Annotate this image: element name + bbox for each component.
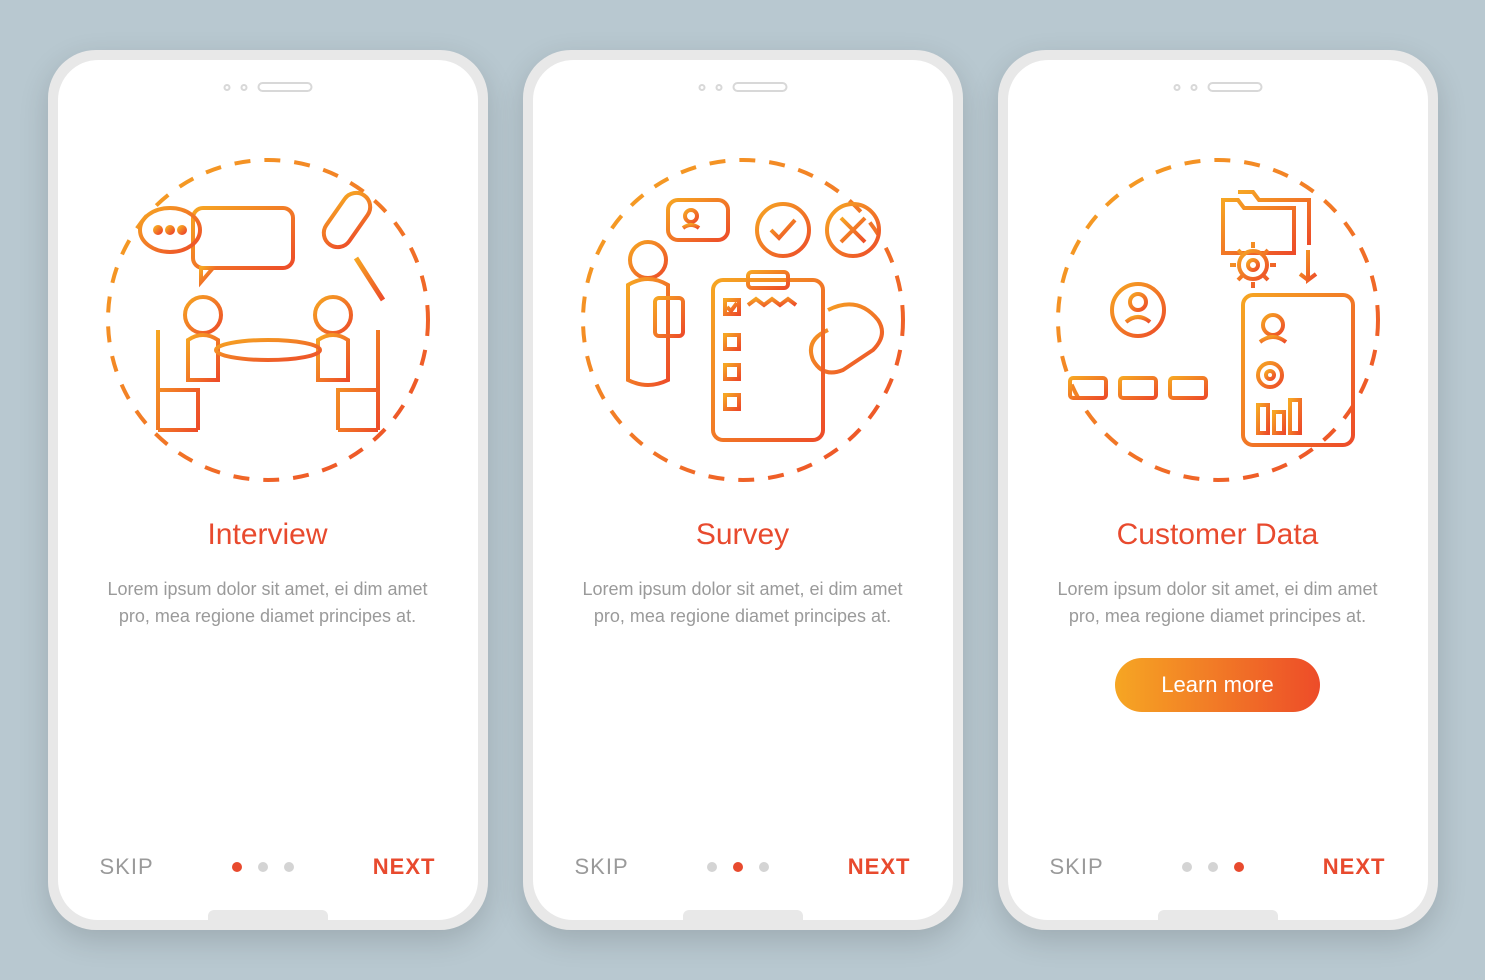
interview-illustration-icon: [98, 150, 438, 490]
phone-notch: [223, 82, 312, 92]
customer-data-illustration-icon: [1048, 150, 1388, 490]
home-indicator: [683, 910, 803, 920]
phone-frame-3: Customer Data Lorem ipsum dolor sit amet…: [998, 50, 1438, 930]
phone-notch: [698, 82, 787, 92]
dot-2[interactable]: [258, 862, 268, 872]
dot-2[interactable]: [733, 862, 743, 872]
next-button[interactable]: NEXT: [373, 854, 436, 880]
onboarding-description: Lorem ipsum dolor sit amet, ei dim amet …: [578, 576, 908, 630]
onboarding-description: Lorem ipsum dolor sit amet, ei dim amet …: [103, 576, 433, 630]
home-indicator: [208, 910, 328, 920]
phone-notch: [1173, 82, 1262, 92]
dot-1[interactable]: [1182, 862, 1192, 872]
home-indicator: [1158, 910, 1278, 920]
onboarding-screen-customer-data: Customer Data Lorem ipsum dolor sit amet…: [1008, 60, 1428, 920]
onboarding-screen-interview: Interview Lorem ipsum dolor sit amet, ei…: [58, 60, 478, 920]
learn-more-button[interactable]: Learn more: [1115, 658, 1320, 712]
survey-illustration-icon: [573, 150, 913, 490]
page-indicator: [232, 862, 294, 872]
dot-2[interactable]: [1208, 862, 1218, 872]
phone-frame-2: Survey Lorem ipsum dolor sit amet, ei di…: [523, 50, 963, 930]
skip-button[interactable]: SKIP: [575, 854, 629, 880]
dot-1[interactable]: [707, 862, 717, 872]
page-indicator: [1182, 862, 1244, 872]
skip-button[interactable]: SKIP: [100, 854, 154, 880]
phone-frame-1: Interview Lorem ipsum dolor sit amet, ei…: [48, 50, 488, 930]
onboarding-footer: SKIP NEXT: [100, 854, 436, 880]
onboarding-screen-survey: Survey Lorem ipsum dolor sit amet, ei di…: [533, 60, 953, 920]
onboarding-title: Survey: [696, 518, 789, 552]
next-button[interactable]: NEXT: [1323, 854, 1386, 880]
onboarding-title: Interview: [207, 518, 327, 552]
dot-3[interactable]: [759, 862, 769, 872]
skip-button[interactable]: SKIP: [1050, 854, 1104, 880]
onboarding-footer: SKIP NEXT: [1050, 854, 1386, 880]
dot-1[interactable]: [232, 862, 242, 872]
onboarding-description: Lorem ipsum dolor sit amet, ei dim amet …: [1053, 576, 1383, 630]
dot-3[interactable]: [284, 862, 294, 872]
dot-3[interactable]: [1234, 862, 1244, 872]
onboarding-footer: SKIP NEXT: [575, 854, 911, 880]
page-indicator: [707, 862, 769, 872]
next-button[interactable]: NEXT: [848, 854, 911, 880]
onboarding-title: Customer Data: [1117, 518, 1319, 552]
